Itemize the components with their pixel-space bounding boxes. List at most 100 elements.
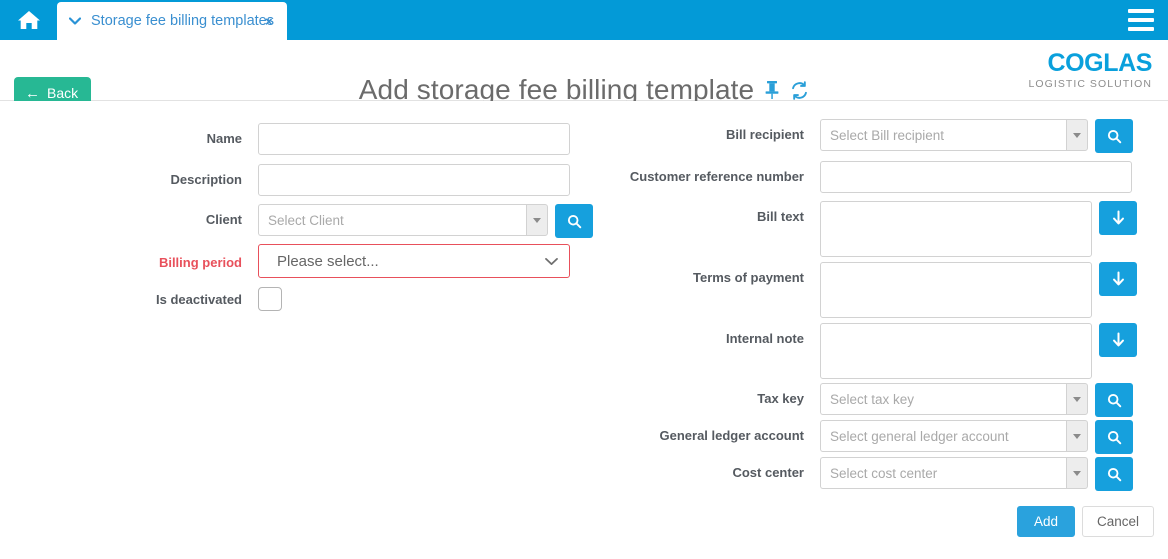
- general-ledger-account-dropdown-toggle[interactable]: [1066, 420, 1088, 452]
- field-billing-period: Billing period Please select...: [96, 244, 570, 278]
- cost-center-dropdown-toggle[interactable]: [1066, 457, 1088, 489]
- field-label-customer-reference-number: Customer reference number: [560, 161, 804, 184]
- description-input[interactable]: [258, 164, 570, 196]
- close-icon[interactable]: ×: [265, 15, 273, 28]
- client-input[interactable]: [258, 204, 526, 236]
- billing-period-select[interactable]: Please select...: [258, 244, 570, 278]
- hamburger-bar: [1128, 18, 1154, 22]
- field-is-deactivated: Is deactivated: [96, 287, 570, 311]
- field-label-name: Name: [96, 123, 242, 146]
- field-control-general-ledger-account: [820, 420, 1133, 454]
- caret-down-icon: [1073, 397, 1081, 402]
- cost-center-search-button[interactable]: [1095, 457, 1133, 491]
- bill-recipient-combobox[interactable]: [820, 119, 1088, 151]
- field-control-description: [258, 164, 570, 196]
- cost-center-input[interactable]: [820, 457, 1066, 489]
- field-label-is-deactivated: Is deactivated: [96, 287, 242, 307]
- tab-label: Storage fee billing templates: [91, 13, 274, 29]
- internal-note-insert-button[interactable]: [1099, 323, 1137, 357]
- field-control-bill-recipient: [820, 119, 1133, 153]
- field-label-billing-period: Billing period: [96, 244, 242, 270]
- field-control-is-deactivated: [258, 287, 282, 311]
- bill-recipient-dropdown-toggle[interactable]: [1066, 119, 1088, 151]
- caret-down-icon: [1073, 471, 1081, 476]
- arrow-down-icon: [1111, 271, 1126, 287]
- field-control-customer-reference-number: [820, 161, 1132, 193]
- search-icon: [1107, 393, 1122, 408]
- caret-down-icon: [1073, 133, 1081, 138]
- bill-text-textarea[interactable]: [820, 201, 1092, 257]
- arrow-down-icon: [1111, 210, 1126, 226]
- field-description: Description: [96, 164, 570, 196]
- terms-of-payment-insert-button[interactable]: [1099, 262, 1137, 296]
- tax-key-input[interactable]: [820, 383, 1066, 415]
- field-control-client: [258, 204, 593, 238]
- field-bill-recipient: Bill recipient: [560, 119, 1156, 153]
- form-area: Name Description Client: [0, 101, 1168, 559]
- field-name: Name: [96, 123, 570, 155]
- cancel-button[interactable]: Cancel: [1082, 506, 1154, 537]
- general-ledger-account-search-button[interactable]: [1095, 420, 1133, 454]
- terms-of-payment-textarea[interactable]: [820, 262, 1092, 318]
- field-bill-text: Bill text: [560, 201, 1156, 257]
- billing-period-select-wrapper: Please select...: [258, 244, 570, 278]
- customer-reference-number-input[interactable]: [820, 161, 1132, 193]
- pin-icon[interactable]: [764, 80, 780, 100]
- field-customer-reference-number: Customer reference number: [560, 161, 1156, 193]
- caret-down-icon: [1073, 434, 1081, 439]
- page-header: ← Back Add storage fee billing template …: [0, 40, 1168, 101]
- name-input[interactable]: [258, 123, 570, 155]
- client-combobox[interactable]: [258, 204, 548, 236]
- field-general-ledger-account: General ledger account: [560, 420, 1156, 454]
- field-control-bill-text: [820, 201, 1137, 257]
- bill-recipient-search-button[interactable]: [1095, 119, 1133, 153]
- field-label-tax-key: Tax key: [560, 383, 804, 406]
- field-label-bill-recipient: Bill recipient: [560, 119, 804, 142]
- field-label-description: Description: [96, 164, 242, 187]
- field-tax-key: Tax key: [560, 383, 1156, 417]
- general-ledger-account-combobox[interactable]: [820, 420, 1088, 452]
- field-label-client: Client: [96, 204, 242, 227]
- client-dropdown-toggle[interactable]: [526, 204, 548, 236]
- hamburger-bar: [1128, 27, 1154, 31]
- is-deactivated-checkbox[interactable]: [258, 287, 282, 311]
- general-ledger-account-input[interactable]: [820, 420, 1066, 452]
- field-cost-center: Cost center: [560, 457, 1156, 491]
- logo-wordmark: COGLAS: [1029, 51, 1152, 76]
- search-icon: [1107, 430, 1122, 445]
- field-terms-of-payment: Terms of payment: [560, 262, 1156, 318]
- home-button[interactable]: [0, 0, 57, 40]
- tab-storage-fee-billing-templates[interactable]: Storage fee billing templates ×: [57, 2, 287, 40]
- form-actions: Add Cancel: [1017, 506, 1154, 537]
- hamburger-menu-icon[interactable]: [1128, 9, 1154, 31]
- top-navigation-bar: Storage fee billing templates ×: [0, 0, 1168, 40]
- field-label-internal-note: Internal note: [560, 323, 804, 346]
- caret-down-icon: [533, 218, 541, 223]
- field-control-tax-key: [820, 383, 1133, 417]
- logo-tagline: LOGISTIC SOLUTION: [1029, 79, 1152, 90]
- refresh-icon[interactable]: [790, 81, 809, 100]
- internal-note-textarea[interactable]: [820, 323, 1092, 379]
- field-control-billing-period: Please select...: [258, 244, 570, 278]
- bill-recipient-input[interactable]: [820, 119, 1066, 151]
- field-label-cost-center: Cost center: [560, 457, 804, 480]
- bill-text-insert-button[interactable]: [1099, 201, 1137, 235]
- home-icon: [16, 8, 42, 32]
- hamburger-bar: [1128, 9, 1154, 13]
- back-button-label: Back: [47, 85, 78, 101]
- add-button[interactable]: Add: [1017, 506, 1075, 537]
- search-icon: [1107, 129, 1122, 144]
- tax-key-search-button[interactable]: [1095, 383, 1133, 417]
- arrow-down-icon: [1111, 332, 1126, 348]
- field-internal-note: Internal note: [560, 323, 1156, 379]
- chevron-down-icon[interactable]: [69, 17, 81, 25]
- field-control-terms-of-payment: [820, 262, 1137, 318]
- cost-center-combobox[interactable]: [820, 457, 1088, 489]
- coglas-logo: COGLAS LOGISTIC SOLUTION: [1029, 51, 1152, 90]
- field-label-general-ledger-account: General ledger account: [560, 420, 804, 443]
- arrow-left-icon: ←: [25, 86, 40, 101]
- tax-key-combobox[interactable]: [820, 383, 1088, 415]
- tax-key-dropdown-toggle[interactable]: [1066, 383, 1088, 415]
- field-control-internal-note: [820, 323, 1137, 379]
- field-client: Client: [96, 204, 570, 238]
